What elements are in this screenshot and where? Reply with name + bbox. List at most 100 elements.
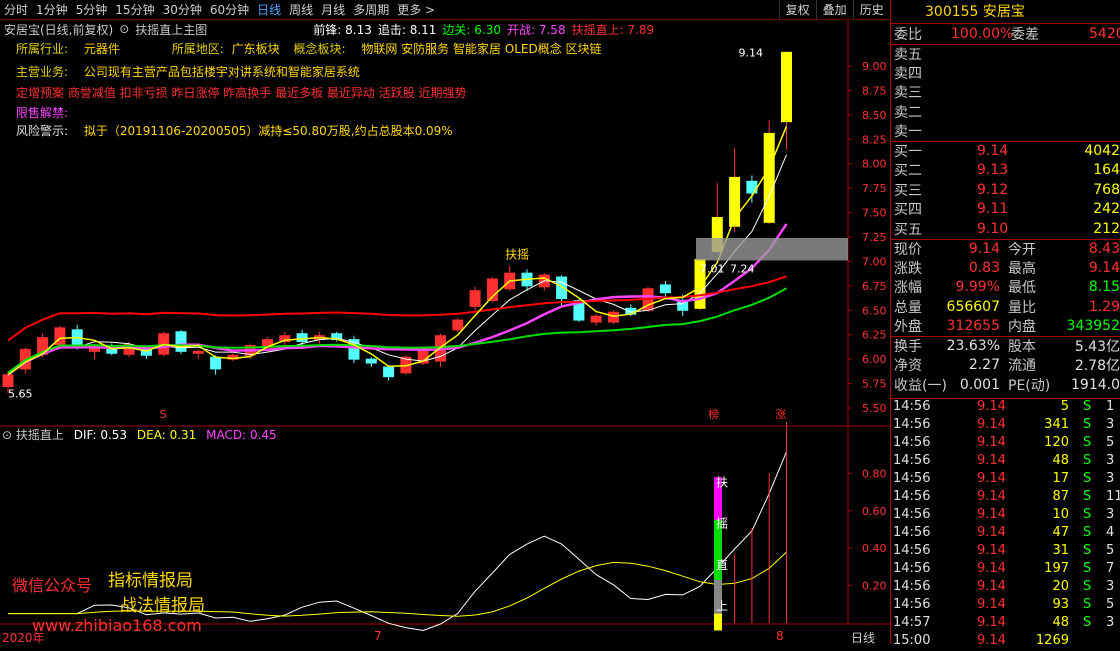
trade-price: 9.14 (977, 507, 1006, 522)
stat-value-2: 343952 (1066, 318, 1120, 335)
signal-bar-char: 摇 (716, 517, 728, 531)
period-tab-9[interactable]: 多周期 (349, 0, 393, 20)
trade-side: S (1083, 543, 1092, 558)
stat-label: 涨幅 (894, 280, 922, 297)
stat-label-2: PE(动) (1008, 377, 1051, 394)
trade-volume: 47 (1052, 525, 1069, 540)
candle-body (608, 311, 619, 323)
sell-row-4[interactable]: 卖一 (891, 122, 1120, 142)
sell-row-1[interactable]: 卖四 (891, 63, 1120, 83)
trade-price: 9.14 (977, 417, 1006, 432)
macd-indicator-name[interactable]: 扶摇直上 (16, 428, 64, 442)
trade-volume: 87 (1052, 489, 1069, 504)
trade-side: S (1083, 489, 1092, 504)
buy-row-1[interactable]: 买二 9.13 164 (891, 161, 1120, 181)
weibi-label: 委比 (894, 26, 922, 43)
trade-price: 9.14 (977, 561, 1006, 576)
sell-row-2[interactable]: 卖三 (891, 83, 1120, 103)
trade-price: 9.14 (977, 489, 1006, 504)
period-tab-10[interactable]: 更多 > (393, 0, 439, 20)
trade-volume: 341 (1044, 417, 1069, 432)
buy-row-3[interactable]: 买四 9.11 242 (891, 200, 1120, 220)
chart-area: 安居宝(日线,前复权) ⊙ 扶摇直上主图 前锋: 8.13 追击: 8.11 边… (0, 20, 890, 646)
period-tab-2[interactable]: 5分钟 (72, 0, 112, 20)
trade-volume: 93 (1052, 597, 1069, 612)
trade-count: 5 (1106, 435, 1115, 450)
stat-value: 0.001 (959, 376, 1000, 393)
price-tick-label: 5.75 (862, 378, 887, 391)
candle-body (296, 333, 308, 343)
stat-label: 收益(一) (894, 377, 947, 394)
toolbar-button-0[interactable]: 复权 (778, 0, 816, 20)
period-tab-8[interactable]: 月线 (317, 0, 349, 20)
sell-row-0[interactable]: 卖五 (891, 43, 1120, 64)
sell-label: 卖一 (894, 124, 922, 141)
buy-row-0[interactable]: 买一 9.14 4042 (891, 141, 1120, 161)
buy-row-2[interactable]: 买三 9.12 768 (891, 180, 1120, 200)
period-tab-7[interactable]: 周线 (285, 0, 317, 20)
ma5-line (7, 154, 787, 376)
stat-label-2: 最低 (1008, 280, 1036, 297)
stock-code-name: 300155 安居宝 (891, 0, 1120, 24)
period-tab-5[interactable]: 60分钟 (206, 0, 253, 20)
date-month-7: 7 (374, 629, 382, 643)
trade-price: 9.14 (977, 399, 1006, 414)
stat-value-2: 1914.0 (1071, 376, 1120, 393)
sell-row-3[interactable]: 卖二 (891, 102, 1120, 122)
buy-row-4[interactable]: 买五 9.10 212 (891, 219, 1120, 239)
price-tick-label: 8.75 (862, 84, 887, 97)
buy-label: 买三 (894, 182, 922, 199)
trade-side: S (1083, 579, 1092, 594)
buy-price: 9.11 (977, 201, 1009, 218)
stat-label-2: 内盘 (1008, 319, 1036, 336)
trade-count: 5 (1106, 597, 1115, 612)
stat-value: 9.99% (955, 279, 1000, 296)
stat-label-2: 量比 (1008, 299, 1036, 316)
stat-value: 23.63% (946, 338, 1000, 355)
trade-count: 11 (1106, 489, 1120, 504)
stat-value: 312655 (946, 318, 1000, 335)
period-tab-4[interactable]: 30分钟 (159, 0, 206, 20)
trade-volume: 5 (1060, 399, 1069, 414)
trade-volume: 1269 (1035, 633, 1069, 648)
trade-time: 14:56 (893, 489, 931, 504)
toolbar-button-2[interactable]: 历史 (852, 0, 890, 20)
trade-price: 9.14 (977, 597, 1006, 612)
band-high-label: 7.24 (730, 262, 755, 275)
stat-value: 0.83 (968, 259, 1000, 276)
signal-bar-char: 上 (716, 599, 728, 613)
period-tab-3[interactable]: 15分钟 (111, 0, 158, 20)
trade-side: S (1083, 525, 1092, 540)
trade-time: 14:57 (893, 615, 931, 630)
stat-value: 9.14 (968, 240, 1000, 257)
trade-price: 9.14 (977, 471, 1006, 486)
stat-label-2: 最高 (1008, 260, 1036, 277)
stat-label-2: 今开 (1008, 241, 1036, 258)
period-tab-1[interactable]: 1分钟 (32, 0, 72, 20)
period-tab-6[interactable]: 日线 (253, 0, 285, 20)
watermark-line1: 微信公众号 (12, 576, 93, 595)
price-tick-label: 5.50 (862, 402, 887, 415)
trade-time: 14:56 (893, 597, 931, 612)
watermark-url: www.zhibiao168.com (32, 616, 202, 635)
stat-label: 总量 (894, 299, 922, 316)
price-tick-label: 7.75 (862, 182, 887, 195)
stat-label: 净资 (894, 358, 922, 375)
trade-time: 15:00 (893, 633, 931, 648)
period-label[interactable]: 日线 (851, 629, 875, 646)
trade-volume: 197 (1044, 561, 1069, 576)
trade-list: 14:56 9.14 5 S 1 14:56 9.14 341 S 3 14:56 9.14 120 S 5… (891, 398, 1120, 648)
trade-time: 14:56 (893, 417, 931, 432)
macd-gear-icon[interactable]: ⊙ (2, 428, 12, 442)
price-tick-label: 7.00 (862, 255, 887, 268)
mark-bang: 榜 (708, 407, 719, 421)
trade-count: 7 (1106, 561, 1115, 576)
weibi-value: 100.00% (951, 25, 1014, 42)
period-tab-0[interactable]: 分时 (0, 0, 32, 20)
stat-value-2: 8.15 (1088, 279, 1120, 296)
trade-time: 14:56 (893, 579, 931, 594)
trade-price: 9.14 (977, 615, 1006, 630)
trade-row: 14:56 9.14 31 S 5 (891, 543, 1120, 561)
toolbar-button-1[interactable]: 叠加 (815, 0, 853, 20)
trade-side: S (1083, 453, 1092, 468)
